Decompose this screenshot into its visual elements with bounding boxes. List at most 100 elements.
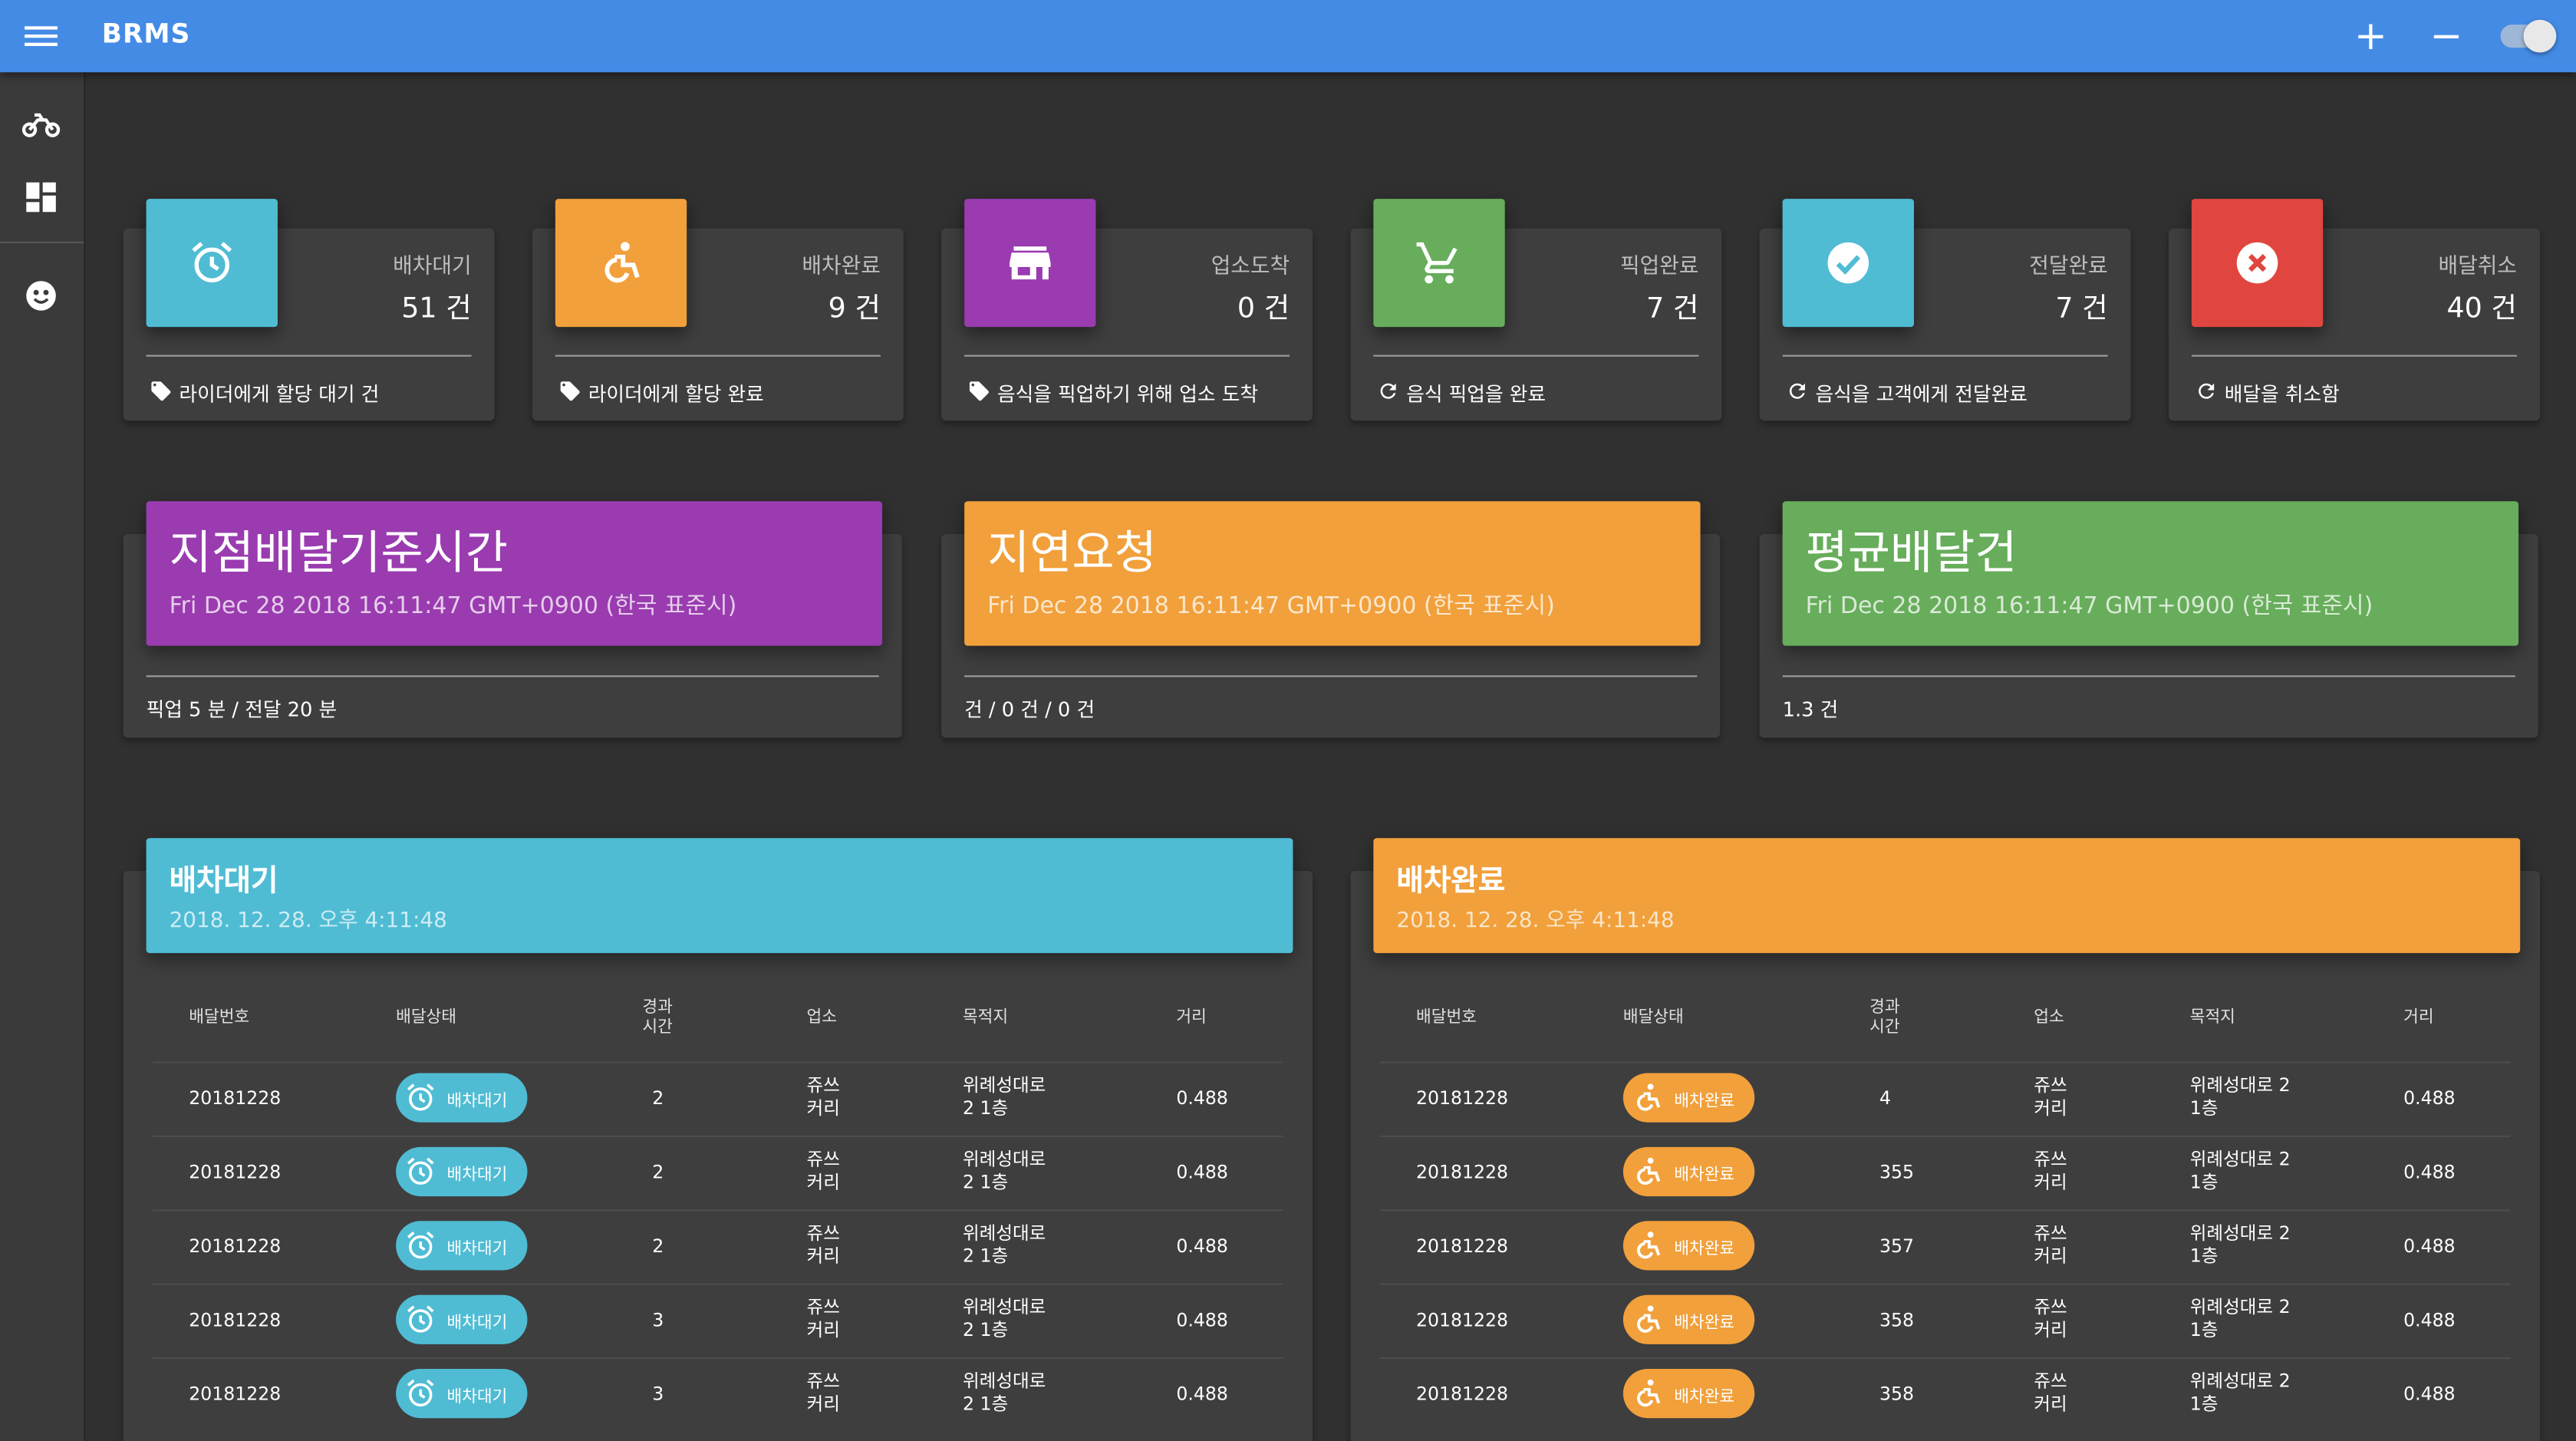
destination: 위례성대로 2 [2189, 1296, 2291, 1318]
stat-card: 배차완료 9 건 라이더에게 할당 완료 [532, 199, 904, 421]
status-badge[interactable]: 배차완료 [1622, 1368, 1755, 1419]
destination: 2 1층 [962, 1393, 1009, 1415]
col-header-elapsed: 시간 [642, 1018, 673, 1037]
order-number: 20181228 [1416, 1162, 1508, 1183]
table-row[interactable]: 20181228 배차대기 3 쥬쓰 커리 위례성대로 2 1층 0.488 [153, 1283, 1283, 1360]
store-name: 쥬쓰 [2034, 1074, 2067, 1096]
distance: 0.488 [2403, 1235, 2456, 1258]
col-header-store: 업소 [2034, 1008, 2064, 1027]
col-header-order: 배달번호 [1416, 1008, 1477, 1027]
accessible-icon [1623, 1229, 1665, 1262]
card-divider [964, 675, 1698, 678]
table-row[interactable]: 20181228 배차완료 357 쥬쓰 커리 위례성대로 2 1층 0.488 [1379, 1209, 2511, 1285]
status-badge[interactable]: 배차완료 [1622, 1073, 1755, 1123]
status-badge[interactable]: 배차완료 [1622, 1221, 1755, 1271]
store-name: 커리 [806, 1097, 840, 1119]
summary-title: 평균배달건 [1805, 526, 2018, 580]
store-name: 커리 [806, 1393, 840, 1415]
status-badge[interactable]: 배차대기 [396, 1368, 528, 1419]
table-row[interactable]: 20181228 배차완료 4 쥬쓰 커리 위례성대로 2 1층 0.488 [1379, 1061, 2511, 1137]
store-name: 쥬쓰 [2034, 1148, 2067, 1170]
status-badge[interactable]: 배차완료 [1622, 1146, 1755, 1197]
stat-label: 픽업완료 [1619, 254, 1699, 280]
destination: 2 1층 [962, 1097, 1009, 1119]
col-header-elapsed: 경과 [642, 999, 673, 1017]
card-divider [2191, 354, 2517, 357]
order-number: 20181228 [1416, 1383, 1508, 1406]
order-table: 배차완료 2018. 12. 28. 오후 4:11:48 배달번호 배달상태 경과 시간… [1350, 838, 2540, 1441]
elapsed-time: 2 [652, 1235, 664, 1258]
destination: 2 1층 [962, 1319, 1009, 1341]
tag-icon [558, 380, 588, 407]
stat-footer: 라이더에게 할당 대기 건 [150, 380, 379, 407]
sidebar [0, 72, 86, 1441]
distance: 0.488 [2403, 1309, 2456, 1331]
accessible-icon [1623, 1081, 1665, 1114]
status-label: 배차완료 [1674, 1166, 1735, 1185]
table-row[interactable]: 20181228 배차대기 2 쥬쓰 커리 위례성대로 2 1층 0.488 [153, 1135, 1283, 1212]
dashboard-icon[interactable] [21, 177, 61, 216]
stat-value: 40 건 [2446, 292, 2517, 326]
cancel-icon [2191, 199, 2324, 328]
destination: 위례성대로 [962, 1148, 1046, 1170]
distance: 0.488 [2403, 1087, 2456, 1110]
table-row[interactable]: 20181228 배차대기 2 쥬쓰 커리 위례성대로 2 1층 0.488 [153, 1209, 1283, 1285]
menu-icon[interactable] [25, 21, 58, 51]
status-badge[interactable]: 배차대기 [396, 1221, 528, 1271]
alarm-icon [396, 1081, 437, 1114]
summary-title: 지연요청 [987, 526, 1157, 580]
table-row[interactable]: 20181228 배차대기 2 쥬쓰 커리 위례성대로 2 1층 0.488 [153, 1061, 1283, 1137]
card-divider [146, 354, 472, 357]
status-badge[interactable]: 배차대기 [396, 1294, 528, 1344]
accessible-icon [1623, 1377, 1665, 1410]
stat-value: 0 건 [1237, 292, 1290, 326]
destination: 1층 [2189, 1171, 2219, 1193]
destination: 위례성대로 2 [2189, 1370, 2291, 1392]
stat-footer: 음식 픽업을 완료 [1377, 380, 1546, 407]
summary-footer: 1.3 건 [1782, 698, 1839, 722]
store-name: 커리 [2034, 1319, 2067, 1341]
card-divider [1782, 675, 2515, 678]
summary-footer: 건 / 0 건 / 0 건 [964, 698, 1095, 722]
table-row[interactable]: 20181228 배차완료 355 쥬쓰 커리 위례성대로 2 1층 0.488 [1379, 1135, 2511, 1212]
distance: 0.488 [1176, 1383, 1228, 1406]
stat-footer: 음식을 고객에게 전달완료 [1786, 380, 2028, 407]
card-divider [1373, 354, 1699, 357]
stat-label: 배차완료 [802, 254, 881, 280]
table-header: 배차완료 2018. 12. 28. 오후 4:11:48 [1373, 838, 2521, 954]
refresh-icon [2195, 380, 2225, 407]
alarm-icon [396, 1156, 437, 1189]
accessible-icon [555, 199, 687, 328]
distance: 0.488 [1176, 1309, 1228, 1331]
zoom-out-button[interactable]: − [2429, 13, 2462, 59]
store-name: 커리 [806, 1319, 840, 1341]
stat-label: 업소도착 [1211, 254, 1290, 280]
card-divider [964, 354, 1290, 357]
face-icon[interactable] [21, 276, 61, 315]
destination: 위례성대로 [962, 1370, 1046, 1392]
col-header-dist: 거리 [2403, 1008, 2434, 1027]
theme-toggle[interactable] [2500, 19, 2557, 53]
check-circle-icon [1782, 199, 1914, 328]
status-badge[interactable]: 배차완료 [1622, 1294, 1755, 1344]
app-bar: BRMS + − [0, 0, 2576, 73]
sidebar-divider [0, 241, 84, 243]
table-row[interactable]: 20181228 배차완료 358 쥬쓰 커리 위례성대로 2 1층 0.488 [1379, 1357, 2511, 1433]
store-name: 쥬쓰 [2034, 1222, 2067, 1245]
status-badge[interactable]: 배차대기 [396, 1146, 528, 1197]
store-name: 커리 [2034, 1393, 2067, 1415]
elapsed-time: 358 [1879, 1309, 1914, 1331]
elapsed-time: 2 [652, 1162, 664, 1183]
distance: 0.488 [2403, 1383, 2456, 1406]
status-badge[interactable]: 배차대기 [396, 1073, 528, 1123]
distance: 0.488 [1176, 1162, 1228, 1183]
stat-value: 9 건 [828, 292, 881, 326]
stat-footer-text: 음식 픽업을 완료 [1406, 382, 1547, 406]
table-row[interactable]: 20181228 배차대기 3 쥬쓰 커리 위례성대로 2 1층 0.488 [153, 1357, 1283, 1433]
store-name: 쥬쓰 [806, 1370, 840, 1392]
motorcycle-icon[interactable] [21, 105, 61, 144]
table-title: 배차완료 [1396, 864, 1506, 899]
zoom-in-button[interactable]: + [2354, 13, 2387, 59]
table-row[interactable]: 20181228 배차완료 358 쥬쓰 커리 위례성대로 2 1층 0.488 [1379, 1283, 2511, 1360]
card-divider [1782, 354, 2108, 357]
